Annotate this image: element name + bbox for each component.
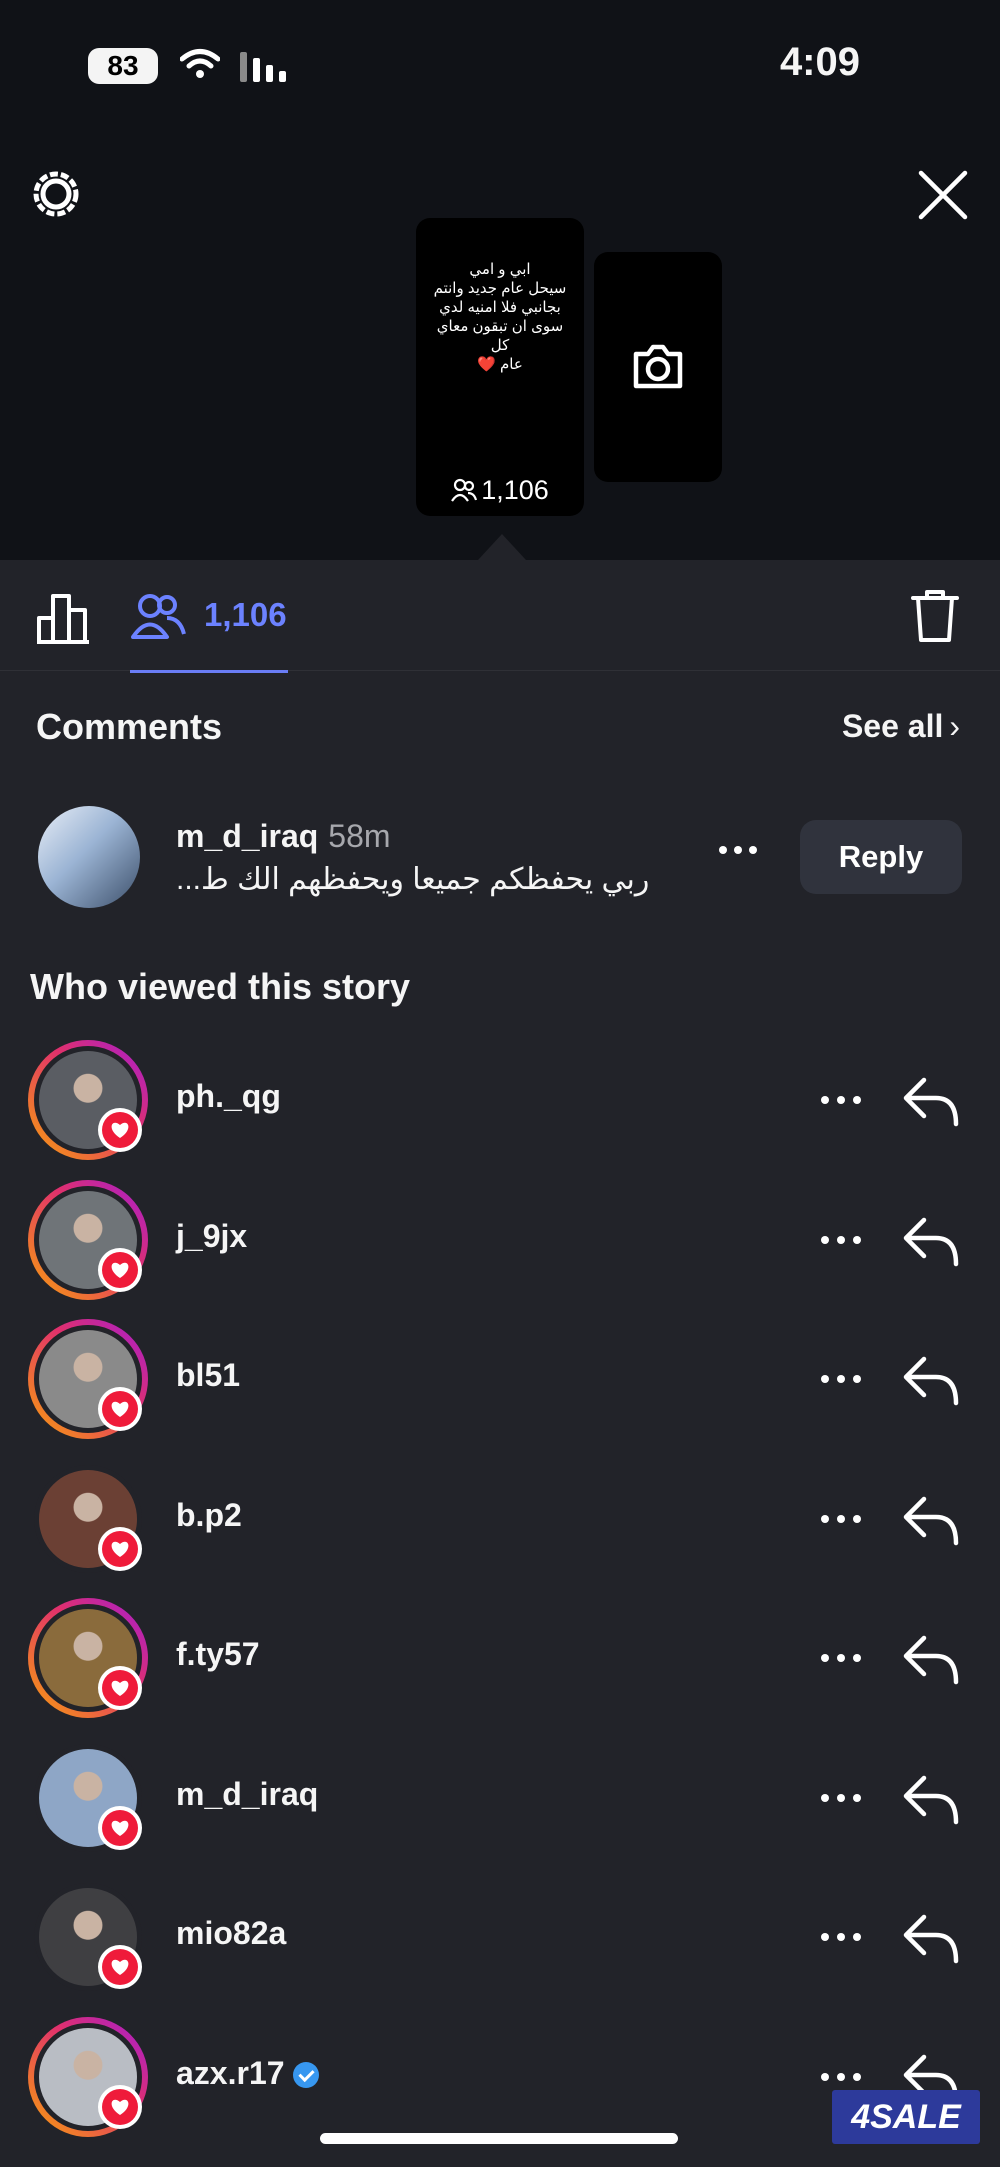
story-viewer-count: 1,106 <box>416 475 584 506</box>
story-ring[interactable] <box>28 1877 148 1997</box>
more-options-icon[interactable] <box>820 1790 862 1806</box>
heart-icon <box>102 1670 138 1706</box>
viewer-username-text: bl51 <box>176 1357 241 1393</box>
more-options-icon[interactable] <box>820 1371 862 1387</box>
status-time: 4:09 <box>779 40 860 84</box>
heart-icon <box>102 1391 138 1427</box>
viewer-username[interactable]: j_9jx <box>176 1218 247 1255</box>
reply-arrow-icon[interactable] <box>902 1632 960 1686</box>
liked-badge <box>98 1945 142 1989</box>
story-ring[interactable] <box>28 2017 148 2137</box>
see-all-link[interactable]: See all <box>842 708 960 745</box>
viewer-row[interactable]: ph._qg <box>0 1040 1000 1180</box>
more-options-icon[interactable] <box>820 2069 862 2085</box>
wifi-icon <box>180 49 220 78</box>
viewer-row[interactable]: f.ty57 <box>0 1598 1000 1738</box>
selected-story-pointer <box>478 534 526 560</box>
viewer-username-text: ph._qg <box>176 1078 281 1114</box>
viewer-username[interactable]: f.ty57 <box>176 1636 260 1673</box>
viewer-row[interactable]: b.p2 <box>0 1459 1000 1599</box>
viewer-row[interactable]: bl51 <box>0 1319 1000 1459</box>
story-ring[interactable] <box>28 1459 148 1579</box>
viewer-username[interactable]: m_d_iraq <box>176 1776 318 1813</box>
viewer-username-text: b.p2 <box>176 1497 242 1533</box>
watermark-logo: 4SALE <box>832 2090 980 2144</box>
liked-badge <box>98 1108 142 1152</box>
more-options-icon[interactable] <box>820 1511 862 1527</box>
signal-icon <box>240 52 286 82</box>
heart-icon <box>102 2089 138 2125</box>
viewers-icon <box>131 594 186 639</box>
gear-icon[interactable] <box>30 168 82 220</box>
add-story-card[interactable] <box>594 252 722 482</box>
insights-tabs: 1,106 <box>0 560 1000 673</box>
story-ring[interactable] <box>28 1738 148 1858</box>
reply-arrow-icon[interactable] <box>902 1493 960 1547</box>
heart-icon <box>102 1112 138 1148</box>
liked-badge <box>98 1248 142 1292</box>
liked-badge <box>98 1527 142 1571</box>
story-text: ابي و امي سيحل عام جديد وانتم بجانبي فلا… <box>433 261 567 373</box>
viewer-row[interactable]: j_9jx <box>0 1180 1000 1320</box>
heart-icon <box>102 1531 138 1567</box>
liked-badge <box>98 2085 142 2129</box>
liked-badge <box>98 1387 142 1431</box>
home-indicator[interactable] <box>320 2133 678 2144</box>
story-ring[interactable] <box>28 1180 148 1300</box>
viewer-username-text: j_9jx <box>176 1218 248 1254</box>
viewer-row[interactable]: m_d_iraq <box>0 1738 1000 1878</box>
heart-icon <box>102 1949 138 1985</box>
viewer-username[interactable]: azx.r17 <box>176 2055 319 2092</box>
viewer-username[interactable]: b.p2 <box>176 1497 242 1534</box>
viewer-username-text: mio82a <box>176 1915 287 1951</box>
battery-indicator: 83 <box>88 48 158 84</box>
viewers-title: Who viewed this story <box>30 966 411 1007</box>
avatar[interactable] <box>38 806 140 908</box>
camera-icon <box>633 344 683 389</box>
chart-icon[interactable] <box>36 590 92 644</box>
viewer-username-text: azx.r17 <box>176 2055 285 2091</box>
tab-viewers-count: 1,106 <box>204 596 287 633</box>
more-options-icon[interactable] <box>820 1929 862 1945</box>
story-preview-area: 83 4:09 ابي و امي سيحل عام جديد وانتم بج… <box>0 0 1000 560</box>
close-icon[interactable] <box>916 168 970 222</box>
comment-text: ربي يحفظكم جميعا ويحفظهم الك ط... <box>176 863 650 896</box>
viewer-username-text: m_d_iraq <box>176 1776 319 1812</box>
story-ring[interactable] <box>28 1040 148 1160</box>
viewer-username[interactable]: bl51 <box>176 1357 240 1394</box>
verified-icon <box>292 2062 319 2088</box>
liked-badge <box>98 1806 142 1850</box>
more-options-icon[interactable] <box>718 842 758 858</box>
reply-arrow-icon[interactable] <box>902 1074 960 1128</box>
comments-title: Comments <box>36 706 223 747</box>
reply-arrow-icon[interactable] <box>902 1911 960 1965</box>
reply-arrow-icon[interactable] <box>902 1214 960 1268</box>
liked-badge <box>98 1666 142 1710</box>
viewer-username[interactable]: mio82a <box>176 1915 286 1952</box>
heart-icon <box>102 1252 138 1288</box>
more-options-icon[interactable] <box>820 1092 862 1108</box>
comment-time: 58m <box>328 818 391 854</box>
viewer-username[interactable]: ph._qg <box>176 1078 281 1115</box>
comment-username[interactable]: m_d_iraq <box>176 818 318 854</box>
more-options-icon[interactable] <box>820 1650 862 1666</box>
viewer-row[interactable]: mio82a <box>0 1877 1000 2017</box>
viewer-username-text: f.ty57 <box>176 1636 260 1672</box>
comment-user-line: m_d_iraq 58m <box>176 818 391 855</box>
story-ring[interactable] <box>28 1598 148 1718</box>
story-viewer-count-value: 1,106 <box>481 475 549 505</box>
trash-icon[interactable] <box>910 588 960 644</box>
viewers-icon <box>451 478 478 502</box>
reply-button[interactable]: Reply <box>800 820 962 894</box>
story-ring[interactable] <box>28 1319 148 1439</box>
reply-arrow-icon[interactable] <box>902 1772 960 1826</box>
more-options-icon[interactable] <box>820 1232 862 1248</box>
reply-arrow-icon[interactable] <box>902 1353 960 1407</box>
story-thumbnail[interactable]: ابي و امي سيحل عام جديد وانتم بجانبي فلا… <box>416 218 584 516</box>
tab-viewers[interactable]: 1,106 <box>130 560 288 673</box>
heart-icon <box>102 1810 138 1846</box>
